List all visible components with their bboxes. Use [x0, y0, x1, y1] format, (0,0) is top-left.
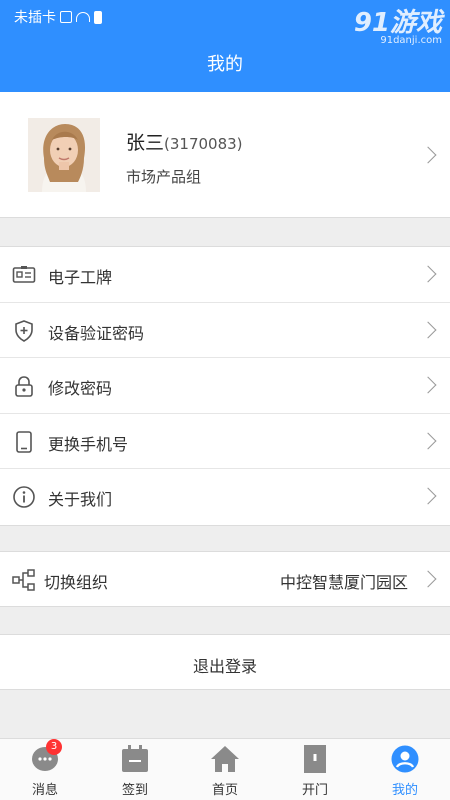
org-tree-icon [12, 569, 35, 591]
badge-card-icon [12, 266, 36, 283]
tab-label: 签到 [121, 783, 148, 798]
current-organization: 中控智慧厦门园区 [279, 573, 408, 592]
home-icon [211, 746, 239, 772]
switch-organization-label: 切换组织 [44, 573, 109, 592]
menu-item-label: 更换手机号 [48, 434, 129, 454]
tab-mine[interactable]: 我的 [360, 739, 450, 800]
tab-home[interactable]: 首页 [180, 739, 270, 800]
chevron-right-icon [419, 376, 437, 394]
carrier-text: 未插卡 [14, 10, 56, 26]
chevron-right-icon [419, 487, 437, 505]
bottom-tab-bar: 3 消息 签到 首页 开门 我的 [0, 738, 450, 800]
menu-item-about[interactable]: 关于我们 [0, 469, 450, 525]
menu-item-device-password[interactable]: 设备验证密码 [0, 303, 450, 358]
logout-button[interactable]: 退出登录 [0, 634, 450, 690]
settings-menu: 电子工牌 设备验证密码 修改密码 更换手机号 关于我们 [0, 246, 450, 526]
phone-icon [16, 430, 32, 453]
tab-messages[interactable]: 3 消息 [0, 739, 90, 800]
wifi-icon [76, 12, 90, 22]
menu-item-label: 设备验证密码 [48, 323, 145, 343]
unread-badge: 3 [46, 739, 62, 755]
user-icon [391, 745, 419, 773]
menu-item-change-password[interactable]: 修改密码 [0, 358, 450, 414]
status-left: 未插卡 [14, 7, 102, 27]
menu-item-label: 修改密码 [48, 379, 113, 398]
shield-icon [15, 319, 33, 342]
profile-name: 张三 [126, 132, 165, 154]
lock-icon [15, 376, 33, 397]
avatar-photo-icon [28, 118, 100, 192]
logout-label: 退出登录 [192, 657, 257, 676]
chevron-right-icon [419, 146, 437, 164]
tab-label: 首页 [211, 783, 238, 798]
watermark-logo: 91游戏 91danji.com [354, 2, 442, 46]
menu-item-change-phone[interactable]: 更换手机号 [0, 414, 450, 469]
menu-item-badge[interactable]: 电子工牌 [0, 247, 450, 303]
tab-open-door[interactable]: 开门 [270, 739, 360, 800]
watermark-text: 91游戏 [353, 8, 442, 38]
battery-saver-icon [94, 10, 102, 24]
profile-name-line: 张三(3170083) [126, 128, 243, 155]
calendar-icon [122, 745, 148, 772]
chevron-right-icon [419, 321, 437, 338]
tab-label: 开门 [301, 783, 328, 798]
page-title: 我的 [207, 54, 243, 75]
profile-card[interactable]: 张三(3170083) 市场产品组 [0, 92, 450, 218]
switch-organization-row[interactable]: 切换组织 中控智慧厦门园区 [0, 551, 450, 607]
tab-label: 消息 [31, 783, 58, 798]
status-bar: 未插卡 91游戏 91danji.com [0, 0, 450, 46]
avatar [28, 118, 100, 192]
tab-checkin[interactable]: 签到 [90, 739, 180, 800]
profile-department: 市场产品组 [126, 168, 202, 186]
chevron-right-icon [419, 265, 437, 283]
menu-item-label: 关于我们 [48, 490, 113, 509]
sim-icon [60, 11, 72, 23]
chevron-right-icon [419, 570, 437, 588]
door-icon [304, 745, 326, 773]
menu-item-label: 电子工牌 [48, 268, 113, 287]
profile-id: (3170083) [164, 135, 243, 153]
app-header: 未插卡 91游戏 91danji.com 我的 [0, 0, 450, 92]
chevron-right-icon [419, 432, 437, 449]
tab-label: 我的 [391, 783, 418, 798]
info-icon [13, 486, 35, 508]
